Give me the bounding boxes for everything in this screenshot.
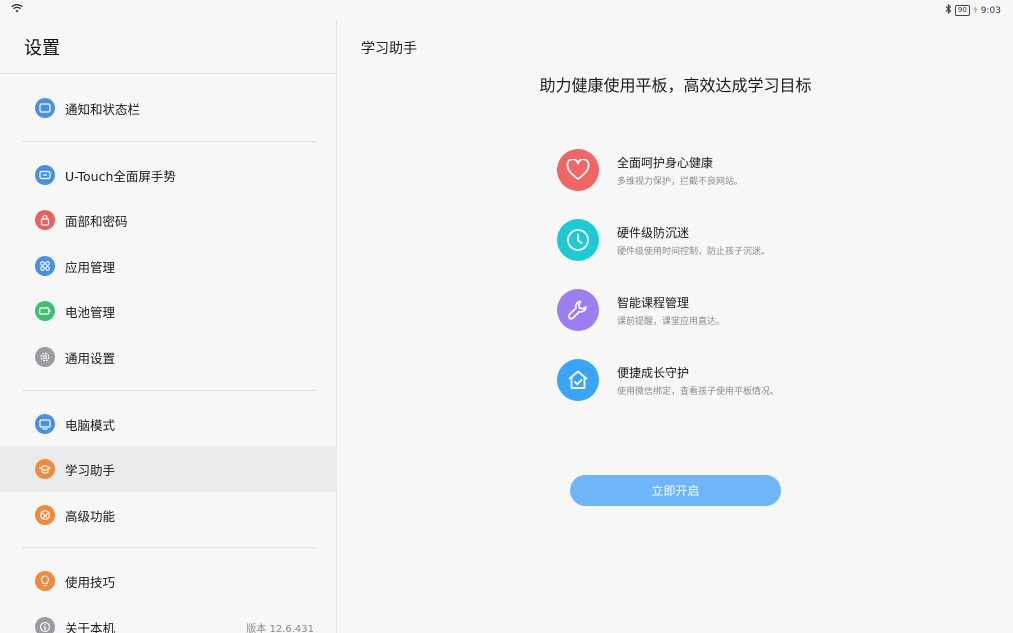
sidebar: 设置 通知和状态栏 U-Touch全面屏手势 面部和密码 应用管理 电池管理 通… xyxy=(0,20,337,633)
feature-growth-guard: 便捷成长守护 使用微信绑定，查看孩子使用平板情况。 xyxy=(557,359,857,405)
feature-anti-addiction: 硬件级防沉迷 硬件级使用时间控制，防止孩子沉迷。 xyxy=(557,219,857,265)
gear-icon xyxy=(35,347,55,367)
feature-desc: 课前提醒，课堂应用直达。 xyxy=(617,317,726,327)
page-title: 学习助手 xyxy=(361,41,417,57)
home-shield-icon xyxy=(557,359,599,401)
feature-course-management: 智能课程管理 课前提醒，课堂应用直达。 xyxy=(557,289,857,335)
wrench-icon xyxy=(557,289,599,331)
battery-indicator: 90 xyxy=(954,5,970,16)
version-value: 版本 12.6.431 xyxy=(246,623,314,633)
feature-health: 全面呵护身心健康 多维视力保护，拦截不良网站。 xyxy=(557,149,857,195)
sidebar-item-pc-mode[interactable]: 电脑模式 xyxy=(0,401,337,447)
sidebar-item-label: 电脑模式 xyxy=(65,417,116,433)
lock-icon xyxy=(35,210,55,230)
bluetooth-icon xyxy=(945,3,952,17)
sidebar-divider xyxy=(23,141,315,142)
feature-title: 硬件级防沉迷 xyxy=(617,226,690,240)
sidebar-item-label: 面部和密码 xyxy=(65,213,128,229)
sidebar-item-label: U-Touch全面屏手势 xyxy=(65,168,176,184)
sidebar-item-face-password[interactable]: 面部和密码 xyxy=(0,197,337,243)
sidebar-item-label: 通知和状态栏 xyxy=(65,101,141,117)
lightbulb-icon xyxy=(35,571,55,591)
headline: 助力健康使用平板，高效达成学习目标 xyxy=(539,76,812,95)
sidebar-title: 设置 xyxy=(24,38,60,59)
apps-grid-icon xyxy=(35,256,55,276)
sidebar-item-tips[interactable]: 使用技巧 xyxy=(0,558,337,604)
clock-time: 9:03 xyxy=(980,5,1001,16)
sidebar-item-label: 学习助手 xyxy=(65,462,116,478)
sidebar-item-label: 关于本机 xyxy=(65,620,116,633)
feature-desc: 硬件级使用时间控制，防止孩子沉迷。 xyxy=(617,247,771,257)
charging-icon xyxy=(973,4,978,17)
monitor-icon xyxy=(35,414,55,434)
notification-icon xyxy=(35,98,55,118)
main-panel: 学习助手 助力健康使用平板，高效达成学习目标 全面呵护身心健康 多维视力保护，拦… xyxy=(338,20,1013,633)
sidebar-item-utouch[interactable]: U-Touch全面屏手势 xyxy=(0,152,337,198)
gesture-icon xyxy=(35,165,55,185)
enable-now-button[interactable]: 立即开启 xyxy=(570,475,781,506)
sidebar-item-label: 应用管理 xyxy=(65,259,116,275)
advanced-icon xyxy=(35,505,55,525)
sidebar-item-general[interactable]: 通用设置 xyxy=(0,334,337,380)
sidebar-item-study-assistant[interactable]: 学习助手 xyxy=(0,446,337,492)
feature-title: 智能课程管理 xyxy=(617,296,690,310)
heart-icon xyxy=(557,149,599,191)
sidebar-item-label: 高级功能 xyxy=(65,508,116,524)
status-bar: 90 9:03 xyxy=(0,0,1013,20)
sidebar-header-divider xyxy=(0,73,337,74)
info-icon xyxy=(35,617,55,633)
battery-icon xyxy=(35,301,55,321)
graduation-cap-icon xyxy=(35,459,55,479)
sidebar-item-battery[interactable]: 电池管理 xyxy=(0,288,337,334)
sidebar-item-label: 使用技巧 xyxy=(65,574,116,590)
feature-desc: 使用微信绑定，查看孩子使用平板情况。 xyxy=(617,387,780,397)
sidebar-item-label: 通用设置 xyxy=(65,350,116,366)
feature-title: 全面呵护身心健康 xyxy=(617,156,714,170)
sidebar-item-label: 电池管理 xyxy=(65,304,116,320)
feature-desc: 多维视力保护，拦截不良网站。 xyxy=(617,177,744,187)
sidebar-item-about[interactable]: 关于本机 版本 12.6.431 xyxy=(0,604,337,633)
wifi-icon xyxy=(11,4,23,16)
sidebar-item-notification[interactable]: 通知和状态栏 xyxy=(0,85,337,131)
sidebar-item-advanced[interactable]: 高级功能 xyxy=(0,492,337,538)
feature-title: 便捷成长守护 xyxy=(617,366,690,380)
clock-icon xyxy=(557,219,599,261)
sidebar-divider xyxy=(23,547,315,548)
sidebar-item-apps[interactable]: 应用管理 xyxy=(0,243,337,289)
sidebar-divider xyxy=(23,390,315,391)
